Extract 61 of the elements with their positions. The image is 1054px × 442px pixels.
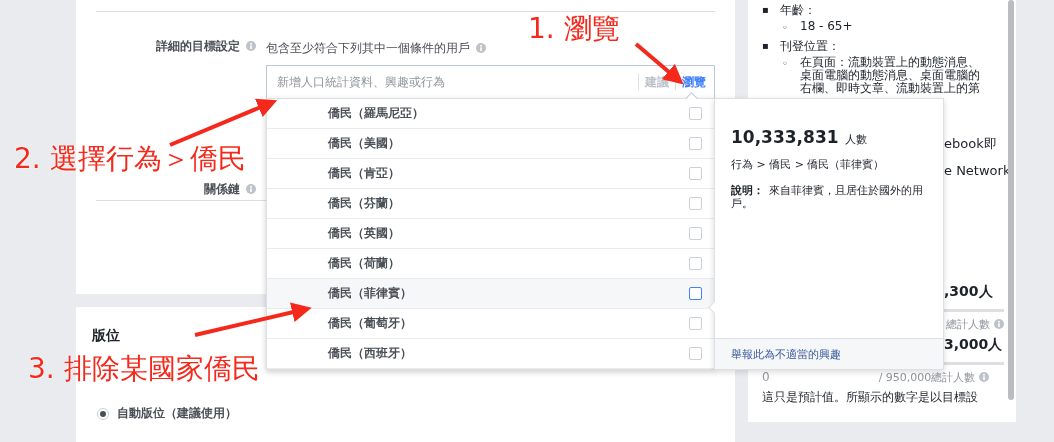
menu-item[interactable]: 僑民（西班牙） — [267, 339, 714, 369]
menu-item[interactable]: 僑民（英國） — [267, 219, 714, 249]
item-label: 僑民（荷蘭） — [328, 255, 400, 272]
bullet-icon: ◦ — [782, 56, 792, 72]
menu-item[interactable]: 僑民（菲律賓） — [267, 279, 714, 309]
annotation-text: 2. 選擇行為＞僑民 — [14, 144, 246, 174]
checkbox[interactable] — [689, 107, 702, 120]
reach-figure: 3,000人 — [944, 336, 1003, 354]
audience-count: 10,333,831 — [731, 127, 839, 147]
checkbox[interactable] — [689, 137, 702, 150]
menu-item[interactable]: 僑民（美國） — [267, 129, 714, 159]
menu-item[interactable]: 僑民（肯亞） — [267, 159, 714, 189]
summary-value: 18 - 65+ — [800, 20, 854, 33]
checkbox[interactable] — [689, 197, 702, 210]
section-title: 版位 — [92, 327, 120, 345]
checkbox[interactable] — [689, 257, 702, 270]
checkbox[interactable] — [689, 317, 702, 330]
summary-label: 刊登位置： — [780, 38, 840, 54]
item-label: 僑民（芬蘭） — [328, 195, 400, 212]
meter-caption: / 950,000總計人數 — [878, 369, 976, 385]
count-unit: 人數 — [844, 132, 867, 147]
description-text: 說明： 來自菲律賓，且居住於國外的用戶。 — [731, 184, 924, 210]
summary-text: e Network — [944, 162, 1011, 178]
field-label: 關係鏈 — [204, 180, 240, 198]
summary-value: 在頁面：流動裝置上的動態消息、桌面電腦的動態消息、桌面電腦的右欄、即時文章、流動裝置上的第 — [800, 56, 981, 95]
mode-tab[interactable]: 瀏覽 — [682, 73, 706, 91]
info-icon[interactable] — [246, 184, 256, 194]
annotation-text: 3. 排除某國家僑民 — [28, 354, 260, 384]
meter-caption: 總計人數 — [946, 316, 990, 332]
menu-item[interactable]: 僑民（葡萄牙） — [267, 309, 714, 339]
item-label: 僑民（羅馬尼亞） — [328, 105, 424, 122]
item-label: 僑民（美國） — [328, 135, 400, 152]
item-label: 僑民（肯亞） — [328, 165, 400, 182]
menu-item[interactable]: 僑民（羅馬尼亞） — [267, 99, 714, 129]
item-label: 僑民（葡萄牙） — [328, 315, 412, 332]
info-icon[interactable] — [979, 372, 990, 382]
bullet-icon: ◦ — [782, 20, 792, 36]
item-label: 僑民（英國） — [328, 225, 400, 242]
info-icon[interactable] — [245, 41, 256, 51]
checkbox[interactable] — [689, 167, 702, 180]
note-text: 這只是預計值。所顯示的數字是以目標設 — [761, 389, 979, 405]
info-icon[interactable] — [994, 319, 1004, 329]
checkbox[interactable] — [689, 287, 702, 300]
menu-item[interactable]: 僑民（芬蘭） — [267, 189, 714, 219]
hint-text: 包含至少符合下列其中一個條件的用戶 — [265, 39, 470, 57]
category-path: 行為 > 僑民 > 僑民（菲律賓） — [731, 157, 886, 172]
summary-label: 年齡： — [780, 2, 816, 18]
info-icon[interactable] — [475, 43, 486, 53]
scale-start: 0 — [762, 370, 770, 384]
summary-text: ebook即 — [944, 135, 997, 153]
bullet-icon: ▪ — [762, 38, 772, 54]
field-label: 詳細的目標設定 — [155, 37, 240, 55]
item-label: 僑民（菲律賓） — [328, 285, 412, 302]
option-label: 自動版位（建議使用） — [117, 405, 237, 422]
bullet-icon: ▪ — [762, 2, 772, 18]
checkbox[interactable] — [689, 227, 702, 240]
reach-figure: ,300人 — [944, 283, 993, 301]
item-label: 僑民（西班牙） — [328, 345, 412, 362]
scrollbar[interactable] — [1008, 0, 1014, 400]
annotation-text: 1. 瀏覽 — [528, 14, 620, 44]
checkbox[interactable] — [689, 347, 702, 360]
